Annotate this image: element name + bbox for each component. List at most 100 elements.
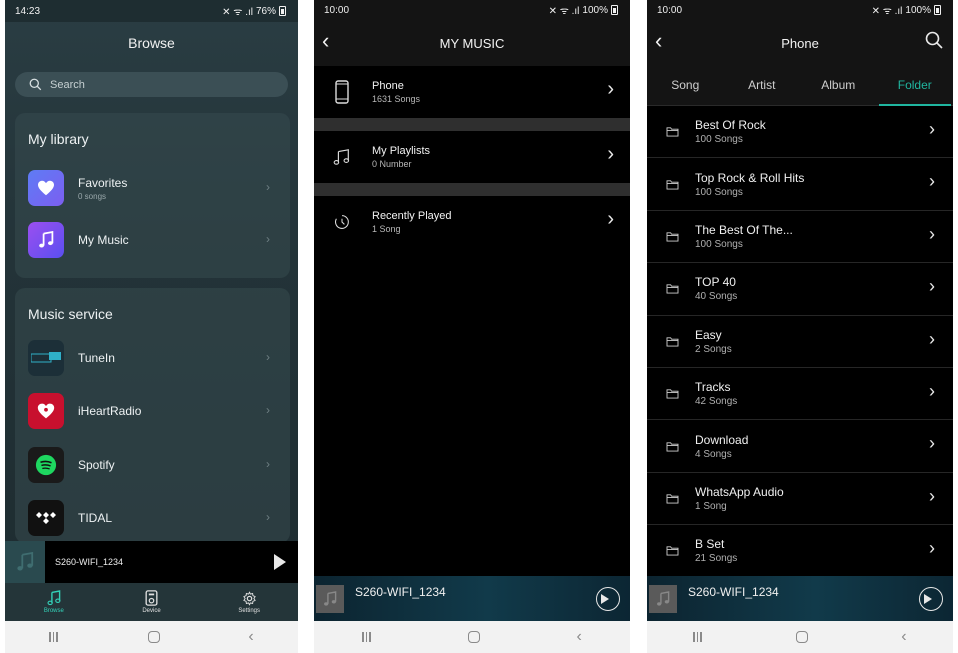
back-icon[interactable]: ‹ xyxy=(248,629,253,645)
header: ‹ Phone xyxy=(647,20,953,66)
folder-icon xyxy=(661,283,683,294)
bottom-tab-bar: Browse Device Settings xyxy=(5,583,298,621)
item-sub: 1631 Songs xyxy=(372,94,421,104)
iheartradio-logo xyxy=(28,393,64,429)
folder-count: 21 Songs xyxy=(695,553,738,565)
back-icon[interactable]: ‹ xyxy=(901,629,906,645)
list-item[interactable]: B Set 21 Songs › xyxy=(647,525,953,578)
play-circle-icon[interactable] xyxy=(596,587,620,611)
chevron-right-icon: › xyxy=(929,328,935,349)
spotify-logo xyxy=(28,447,64,483)
tab-device[interactable]: Device xyxy=(103,583,201,621)
service-item-spotify[interactable]: Spotify › xyxy=(15,440,290,490)
mini-player[interactable]: S260-WIFI_1234 xyxy=(5,541,298,583)
recent-apps-icon[interactable] xyxy=(362,632,372,642)
list-item[interactable]: Tracks 42 Songs › xyxy=(647,367,953,421)
tab-folder[interactable]: Folder xyxy=(877,66,954,106)
chevron-right-icon: › xyxy=(266,457,270,471)
search-input[interactable]: Search xyxy=(15,72,288,97)
home-icon[interactable] xyxy=(147,631,160,643)
search-icon xyxy=(29,78,42,91)
signal-icons: ✕ ᯤ .ıl xyxy=(222,7,253,18)
chevron-right-icon: › xyxy=(929,171,935,192)
mini-player[interactable]: S260-WIFI_1234 xyxy=(647,576,953,621)
item-sub: 0 Number xyxy=(372,159,412,169)
back-icon[interactable]: ‹ xyxy=(577,629,582,645)
music-note-icon xyxy=(28,222,64,258)
list-item[interactable]: Top Rock & Roll Hits 100 Songs › xyxy=(647,158,953,211)
service-item-iheartradio[interactable]: iHeartRadio › xyxy=(15,386,290,436)
recent-apps-icon[interactable] xyxy=(49,632,59,642)
battery-level: 100% xyxy=(582,4,608,16)
page-title: Browse xyxy=(128,35,175,51)
status-bar: 10:00 ✕ ᯤ .ıl 100% xyxy=(647,0,953,20)
item-label: My Playlists xyxy=(372,145,431,157)
section-title: My library xyxy=(28,131,89,147)
battery-level: 100% xyxy=(905,4,931,16)
folder-name: B Set xyxy=(695,537,725,552)
folder-icon xyxy=(661,126,683,137)
list-item-my-playlists[interactable]: My Playlists 0 Number › xyxy=(314,131,630,183)
chevron-right-icon: › xyxy=(929,433,935,454)
folder-count: 42 Songs xyxy=(695,396,738,408)
tab-settings[interactable]: Settings xyxy=(200,583,298,621)
list-item[interactable]: TOP 40 40 Songs › xyxy=(647,263,953,316)
list-item[interactable]: Best Of Rock 100 Songs › xyxy=(647,106,953,159)
folder-name: Tracks xyxy=(695,380,731,395)
tunein-logo xyxy=(28,340,64,376)
folder-name: The Best Of The... xyxy=(695,222,793,237)
folder-count: 100 Songs xyxy=(695,134,743,146)
android-nav-bar: ‹ xyxy=(314,621,630,653)
device-name: S260-WIFI_1234 xyxy=(55,557,124,567)
mini-player[interactable]: S260-WIFI_1234 xyxy=(314,576,630,621)
list-item[interactable]: WhatsApp Audio 1 Song › xyxy=(647,472,953,526)
item-label: Spotify xyxy=(78,458,115,472)
chevron-right-icon: › xyxy=(266,510,270,524)
play-icon[interactable] xyxy=(274,554,286,570)
my-music-screen: 10:00 ✕ ᯤ .ıl 100% ‹ MY MUSIC Phone 1631… xyxy=(314,0,630,653)
divider xyxy=(314,183,630,196)
device-name: S260-WIFI_1234 xyxy=(688,584,779,599)
tab-browse[interactable]: Browse xyxy=(5,583,103,621)
back-arrow-icon[interactable]: ‹ xyxy=(655,30,662,52)
clock-icon xyxy=(322,214,362,230)
status-bar: 14:23 ✕ ᯤ .ıl 76% xyxy=(5,0,298,22)
back-arrow-icon[interactable]: ‹ xyxy=(322,30,329,52)
list-item[interactable]: Easy 2 Songs › xyxy=(647,315,953,368)
chevron-right-icon: › xyxy=(929,223,935,244)
folder-icon xyxy=(661,441,683,452)
list-item[interactable]: Download 4 Songs › xyxy=(647,420,953,473)
item-label: TIDAL xyxy=(78,511,113,525)
play-circle-icon[interactable] xyxy=(919,587,943,611)
home-icon[interactable] xyxy=(468,631,481,643)
chevron-right-icon: › xyxy=(929,380,935,401)
item-label: Recently Played xyxy=(372,210,452,222)
service-item-tunein[interactable]: TuneIn › xyxy=(15,333,290,383)
service-item-tidal[interactable]: TIDAL › xyxy=(15,493,290,543)
library-item-my-music[interactable]: My Music › xyxy=(15,215,290,265)
folder-count: 1 Song xyxy=(695,500,727,512)
chevron-right-icon: › xyxy=(266,403,270,417)
battery-icon xyxy=(934,5,941,15)
chevron-right-icon: › xyxy=(266,232,270,246)
tab-song[interactable]: Song xyxy=(647,66,724,105)
folder-name: Best Of Rock xyxy=(695,118,766,133)
chevron-right-icon: › xyxy=(266,350,270,364)
search-placeholder: Search xyxy=(50,78,85,91)
item-label: Favorites xyxy=(78,175,128,190)
search-icon[interactable] xyxy=(925,31,943,52)
tab-album[interactable]: Album xyxy=(800,66,877,105)
home-icon[interactable] xyxy=(796,631,809,643)
folder-name: Easy xyxy=(695,327,722,342)
tab-artist[interactable]: Artist xyxy=(724,66,801,105)
music-service-section: Music service TuneIn › iHeartRadio › Spo… xyxy=(15,288,290,543)
list-item[interactable]: The Best Of The... 100 Songs › xyxy=(647,210,953,264)
section-title: Music service xyxy=(28,306,113,322)
recent-apps-icon[interactable] xyxy=(693,632,703,642)
list-item-recently-played[interactable]: Recently Played 1 Song › xyxy=(314,196,630,248)
list-item-phone[interactable]: Phone 1631 Songs › xyxy=(314,66,630,118)
battery-icon xyxy=(279,6,286,16)
library-item-favorites[interactable]: Favorites 0 songs › xyxy=(15,163,290,213)
chevron-right-icon: › xyxy=(607,78,614,100)
battery-level: 76% xyxy=(255,5,276,17)
